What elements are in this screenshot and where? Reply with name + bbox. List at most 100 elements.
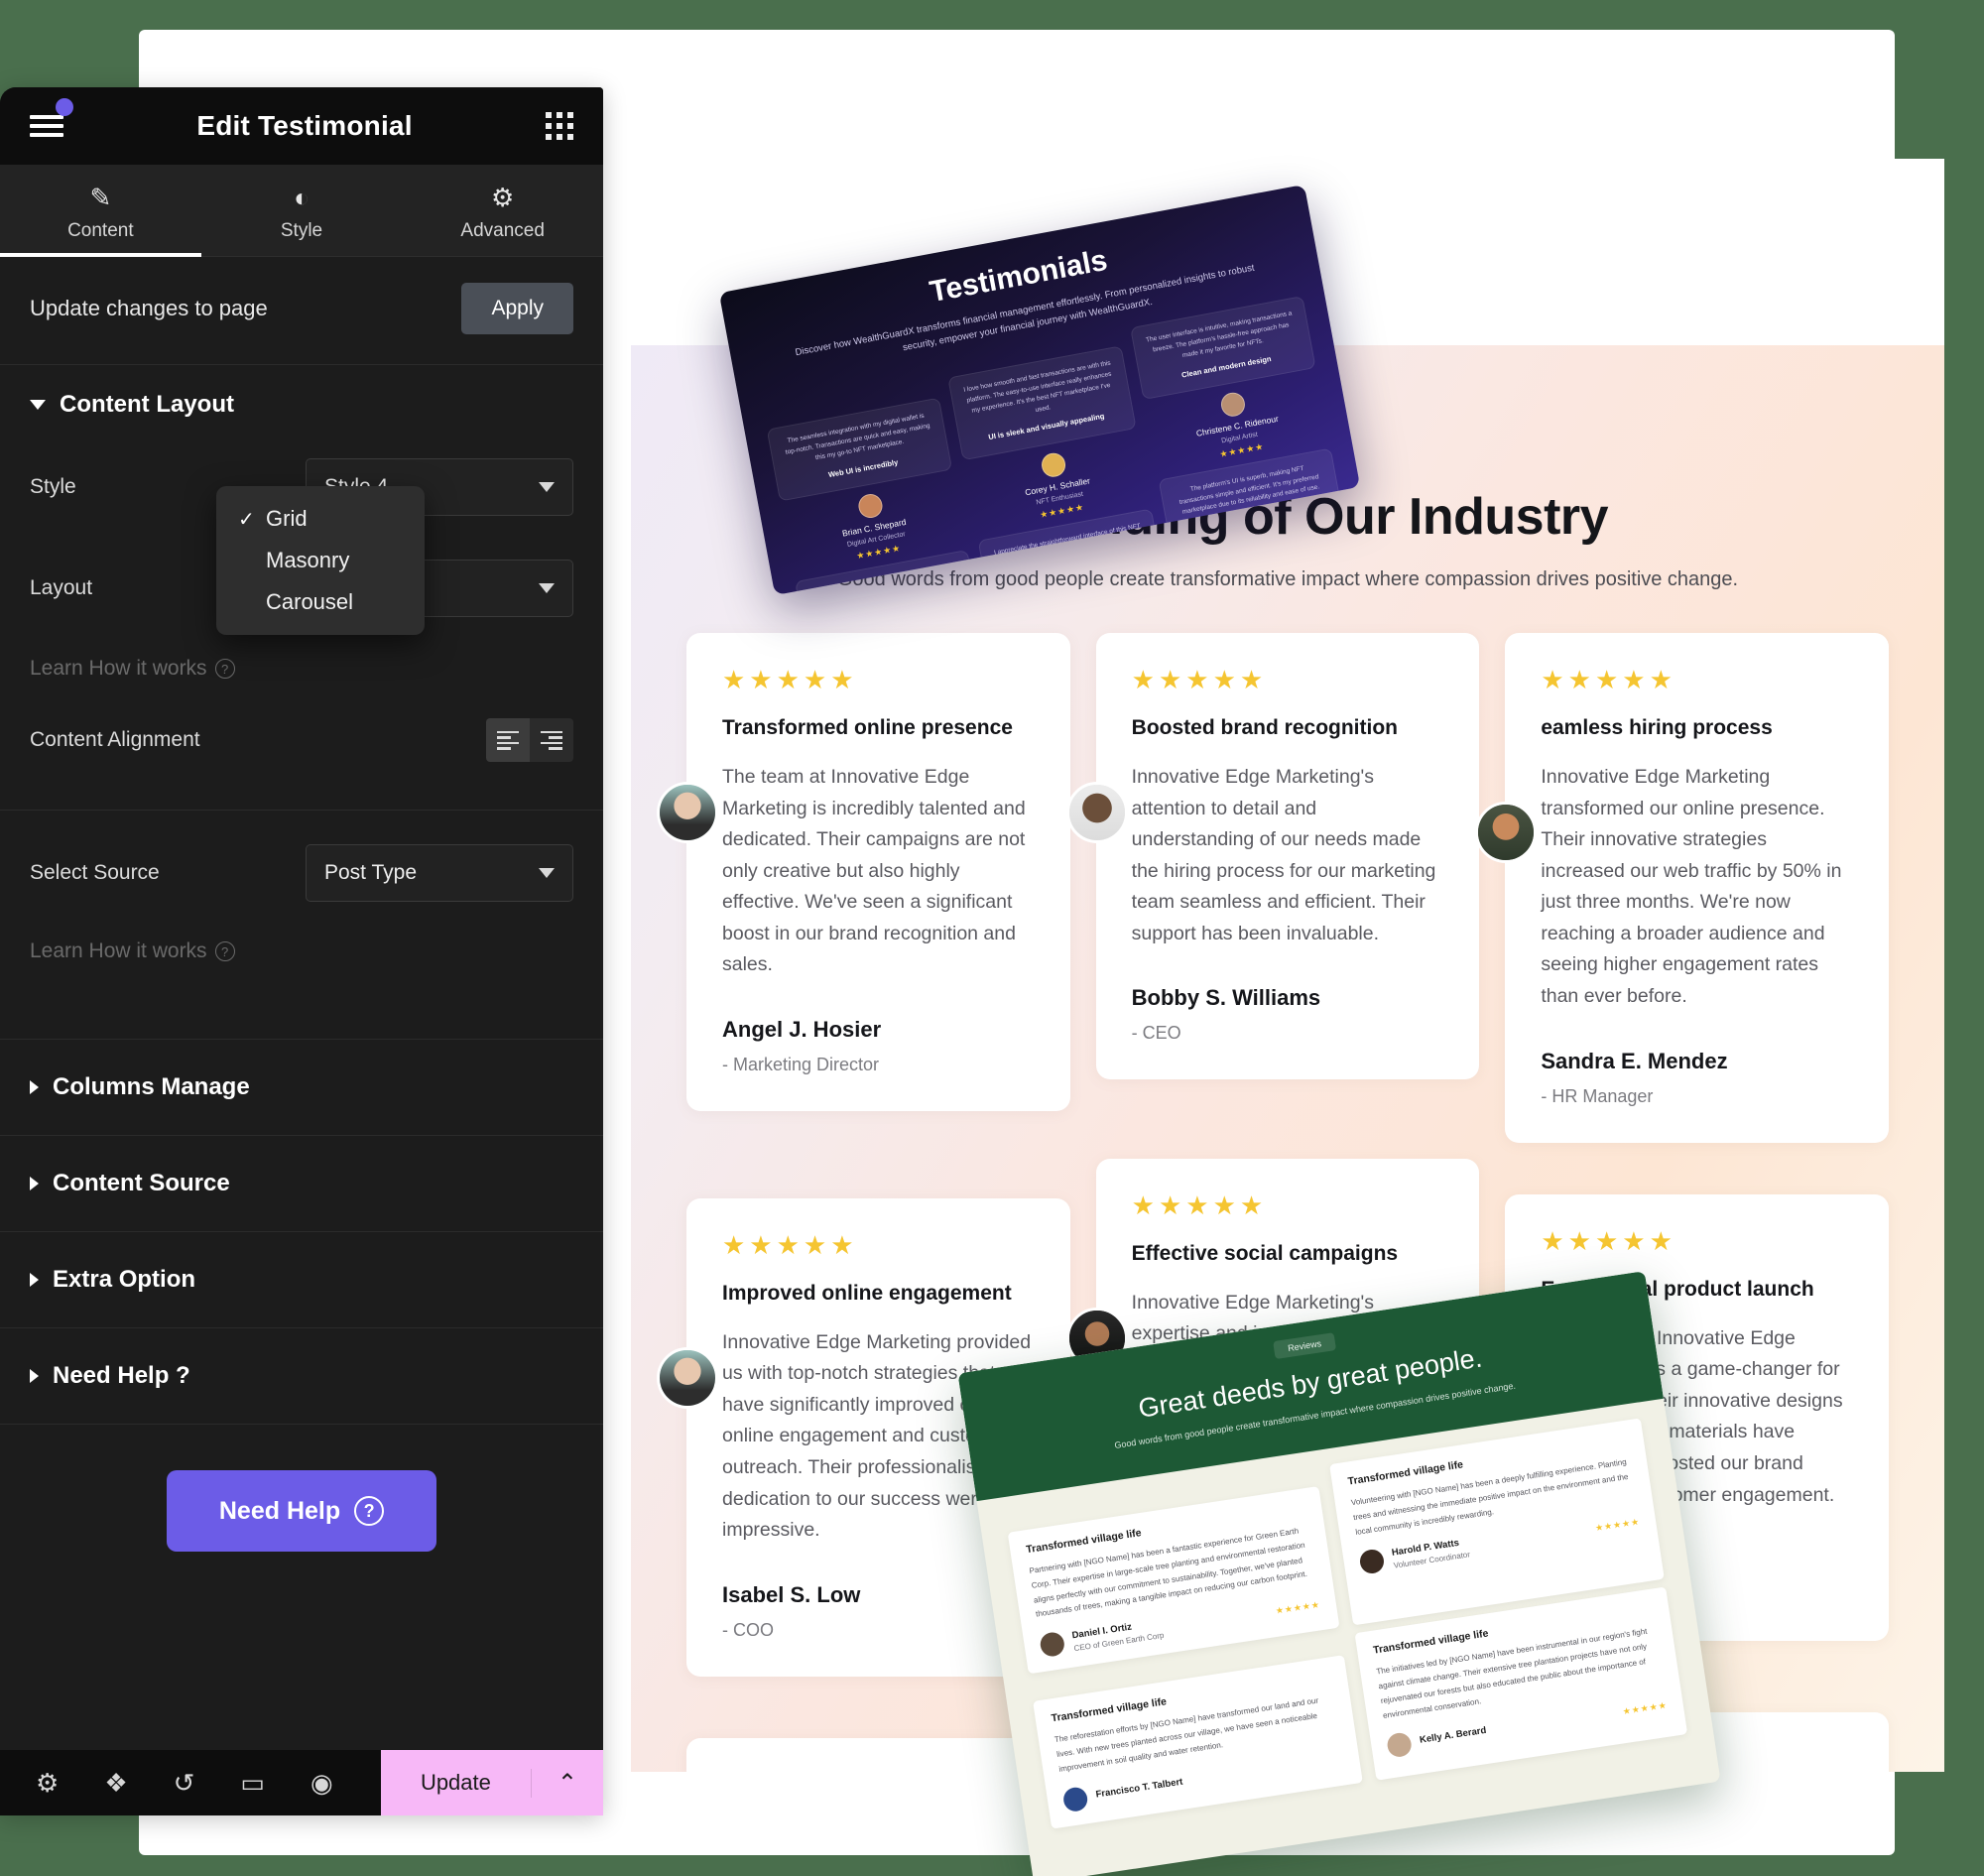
green-author-name: Francisco T. Talbert <box>1094 1776 1183 1801</box>
pencil-icon: ✎ <box>89 183 112 212</box>
layers-icon[interactable]: ❖ <box>104 1770 127 1796</box>
avatar <box>657 782 718 843</box>
card-author-role: - HR Manager <box>1541 1085 1654 1106</box>
layout-label: Layout <box>30 576 93 599</box>
layout-option-masonry-label: Masonry <box>266 548 350 572</box>
apply-changes-row: Update changes to page Apply <box>0 257 603 365</box>
testimonial-card[interactable]: ★★★★★ Boosted brand recognition Innovati… <box>1065 633 1480 1080</box>
notification-dot-icon <box>56 98 73 116</box>
section-columns-manage[interactable]: Columns Manage <box>0 1040 603 1135</box>
avatar-face-icon <box>660 785 715 840</box>
chevron-down-icon <box>539 868 555 878</box>
tab-content[interactable]: ✎ Content <box>0 165 201 257</box>
eye-preview-icon[interactable]: ◉ <box>310 1770 333 1796</box>
green-review-card[interactable]: Transformed village life The reforestati… <box>1033 1655 1363 1829</box>
star-rating-icon: ★★★★★ <box>1131 665 1268 694</box>
tab-content-label: Content <box>67 220 134 241</box>
card-heading: Improved online engagement <box>722 1281 1012 1305</box>
green-testimonial-preview-card[interactable]: Reviews Great deeds by great people. Goo… <box>957 1271 1721 1876</box>
page-title: Edit Testimonial <box>196 110 413 141</box>
card-author-role: - Marketing Director <box>722 1055 880 1075</box>
source-learn-row: Learn How it works ? <box>0 916 603 977</box>
history-icon[interactable]: ↺ <box>174 1770 195 1796</box>
gear-icon: ⚙ <box>491 183 515 212</box>
select-source-value: Post Type <box>324 861 418 884</box>
panel-footer: ⚙ ❖ ↺ ▭ ◉ Update ⌃ <box>0 1750 603 1815</box>
learn-how-link-source[interactable]: Learn How it works ? <box>30 939 235 963</box>
learn-how-label: Learn How it works <box>30 939 207 962</box>
card-heading: Transformed online presence <box>722 716 1013 739</box>
need-help-button-label: Need Help <box>218 1496 341 1525</box>
avatar <box>1358 1548 1386 1575</box>
tab-style-label: Style <box>280 220 323 241</box>
tab-advanced[interactable]: ⚙ Advanced <box>402 165 603 256</box>
green-review-card[interactable]: Transformed village life Partnering with… <box>1007 1486 1340 1675</box>
card-author-name: Isabel S. Low <box>722 1581 861 1607</box>
chevron-right-icon <box>30 1080 39 1094</box>
layout-dropdown-menu[interactable]: ✓ Grid Masonry Carousel <box>216 486 425 635</box>
footer-icon-group: ⚙ ❖ ↺ ▭ ◉ <box>0 1770 381 1796</box>
card-author-name: Angel J. Hosier <box>722 1017 882 1043</box>
avatar-face-icon <box>1478 805 1535 860</box>
testimonial-card[interactable]: ★★★★★ Transformed online presence The te… <box>657 633 1070 1112</box>
responsive-icon[interactable]: ▭ <box>240 1770 265 1796</box>
section-content-layout[interactable]: Content Layout <box>0 365 603 444</box>
gear-icon[interactable]: ⚙ <box>36 1770 59 1796</box>
need-help-button[interactable]: Need Help ? <box>167 1470 436 1552</box>
section-extra-option[interactable]: Extra Option <box>0 1232 603 1327</box>
dark-bubble: The user interface is intuitive, making … <box>1129 296 1316 401</box>
editor-panel: Edit Testimonial ✎ Content ◐ Style ⚙ Adv… <box>0 87 603 1815</box>
avatar-face-icon <box>1068 785 1125 840</box>
avatar <box>1219 390 1248 419</box>
layout-option-grid[interactable]: ✓ Grid <box>216 498 425 540</box>
content-alignment-row: Content Alignment <box>0 694 603 776</box>
layout-option-carousel-label: Carousel <box>266 589 354 614</box>
star-rating-icon: ★★★★★ <box>722 665 858 694</box>
card-body: The team at Innovative Edge Marketing is… <box>722 766 1026 976</box>
avatar <box>1039 450 1067 479</box>
select-source-select[interactable]: Post Type <box>306 844 573 902</box>
update-button[interactable]: Update ⌃ <box>380 1750 603 1815</box>
grid-apps-icon[interactable] <box>546 112 573 140</box>
card-body: Innovative Edge Marketing's attention to… <box>1131 766 1436 944</box>
divider <box>0 1424 603 1425</box>
align-right-icon[interactable] <box>530 718 573 762</box>
tab-style[interactable]: ◐ Style <box>201 165 403 256</box>
dark-bubble-headline: UI is sleek and visually appealing <box>987 411 1106 442</box>
star-rating-icon: ★★★★★ <box>1622 1699 1669 1717</box>
align-left-icon[interactable] <box>486 718 530 762</box>
section-content-source[interactable]: Content Source <box>0 1136 603 1231</box>
dark-bubble-headline: Clean and modern design <box>1180 353 1273 380</box>
check-icon: ✓ <box>238 508 255 531</box>
apply-row-label: Update changes to page <box>30 296 268 320</box>
dark-bubble: The seamless integration with my digital… <box>766 397 953 502</box>
section-content-layout-label: Content Layout <box>60 391 234 418</box>
select-source-label: Select Source <box>30 861 160 884</box>
card-heading: Boosted brand recognition <box>1131 716 1398 739</box>
testimonial-card[interactable]: ★★★★★ eamless hiring process Innovative … <box>1475 633 1889 1143</box>
chevron-up-icon[interactable]: ⌃ <box>530 1768 603 1798</box>
layout-learn-row: Learn How it works ? <box>0 631 603 694</box>
section-need-help[interactable]: Need Help ? <box>0 1328 603 1424</box>
dark-bubble-text: I love how smooth and fast transactions … <box>962 359 1112 415</box>
hamburger-icon[interactable] <box>30 98 73 142</box>
content-alignment-group <box>486 718 573 762</box>
card-heading: eamless hiring process <box>1541 716 1773 739</box>
star-rating-icon: ★★★★★ <box>1594 1516 1641 1534</box>
avatar <box>1065 782 1128 843</box>
dark-bubble-headline: Web UI is incredibly <box>827 456 899 479</box>
chevron-down-icon <box>30 400 46 410</box>
layout-option-carousel[interactable]: Carousel <box>216 581 425 623</box>
green-preview-pill: Reviews <box>1273 1332 1337 1360</box>
select-source-row: Select Source Post Type <box>0 811 603 916</box>
learn-how-link-layout[interactable]: Learn How it works ? <box>30 657 235 681</box>
card-author-name: Sandra E. Mendez <box>1541 1048 1728 1073</box>
question-mark-icon: ? <box>214 941 235 961</box>
avatar <box>1475 802 1538 863</box>
chevron-down-icon <box>539 482 555 492</box>
apply-button[interactable]: Apply <box>461 283 573 334</box>
avatar <box>657 1346 718 1409</box>
layout-option-masonry[interactable]: Masonry <box>216 540 425 581</box>
green-author-name: Kelly A. Berard <box>1419 1725 1488 1747</box>
content-alignment-label: Content Alignment <box>30 728 200 751</box>
